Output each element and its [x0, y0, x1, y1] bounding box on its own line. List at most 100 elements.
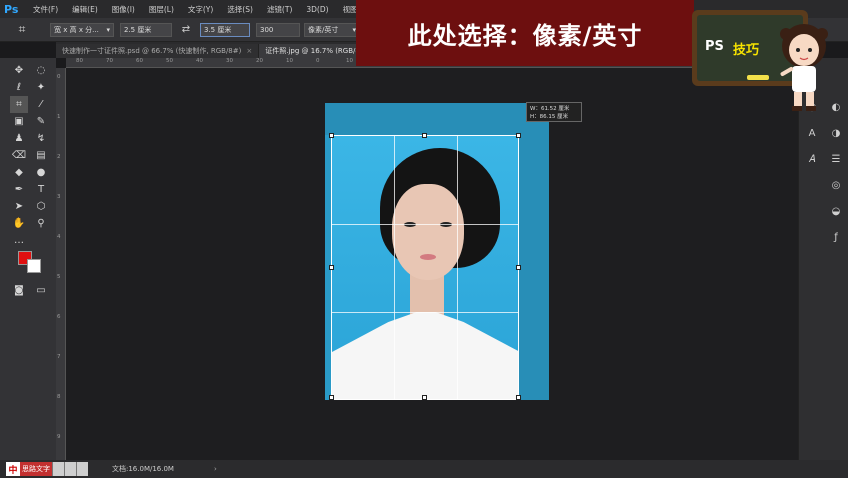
- menu-image[interactable]: 图像(I): [105, 4, 142, 15]
- ruler-tick-label: 3: [57, 194, 61, 200]
- eyedropper-tool-icon[interactable]: ⁄: [32, 96, 50, 113]
- crop-grid-line: [394, 136, 395, 399]
- crop-grid-line: [332, 312, 518, 313]
- hand-tool-icon[interactable]: ✋: [10, 215, 28, 232]
- crop-handle-bottom-left[interactable]: [329, 395, 334, 400]
- ruler-tick-label: 10: [286, 58, 293, 64]
- ruler-tick-label: 40: [196, 58, 203, 64]
- quick-mask-icon[interactable]: ◙: [10, 282, 28, 299]
- crop-ratio-value: 宽 x 高 x 分...: [54, 25, 99, 34]
- adjustments-panel-icon[interactable]: ◑: [827, 124, 845, 142]
- document-size-status: 文档:16.0M/16.0M: [112, 465, 174, 473]
- ruler-tick-label: 30: [226, 58, 233, 64]
- tutorial-banner: 此处选择：像素/英寸: [356, 0, 694, 66]
- menu-select[interactable]: 选择(S): [220, 4, 260, 15]
- pen-tool-icon[interactable]: ✒: [10, 181, 28, 198]
- crop-handle-top[interactable]: [422, 133, 427, 138]
- crop-height-readout: H：86.15 厘米: [530, 114, 569, 120]
- tab-label: 快速制作一寸证件照.psd @ 66.7% (快速制作, RGB/8#): [62, 47, 242, 55]
- chalk-stick: [747, 75, 769, 80]
- document-canvas[interactable]: W：61.52 厘米 H：86.15 厘米: [66, 68, 798, 460]
- ruler-tick-label: 9: [57, 434, 61, 440]
- menu-edit[interactable]: 编辑(E): [65, 4, 105, 15]
- paragraph-panel-icon[interactable]: 𝐴: [803, 150, 821, 168]
- watermark-badge: 中 思路文字: [6, 462, 110, 476]
- dodge-tool-icon[interactable]: ●: [32, 164, 50, 181]
- styles-panel-icon[interactable]: ◒: [827, 202, 845, 220]
- move-tool-icon[interactable]: ✥: [10, 62, 28, 79]
- resolution-unit-value: 像素/英寸: [308, 25, 339, 34]
- character-panel-icon[interactable]: A: [803, 124, 821, 142]
- marquee-tool-icon[interactable]: ◌: [32, 62, 50, 79]
- swap-icon[interactable]: ⇄: [178, 24, 194, 35]
- menu-layer[interactable]: 图层(L): [142, 4, 181, 15]
- tab-document-1[interactable]: 快速制作一寸证件照.psd @ 66.7% (快速制作, RGB/8#) ×: [56, 44, 260, 58]
- close-icon[interactable]: ×: [246, 47, 252, 55]
- photo-document[interactable]: [325, 103, 549, 400]
- channels-panel-icon[interactable]: ◎: [827, 176, 845, 194]
- zoom-tool-icon[interactable]: ⚲: [32, 215, 50, 232]
- crop-icon[interactable]: ⌗: [12, 20, 32, 40]
- resolution-input[interactable]: 300: [256, 22, 300, 37]
- brush-tool-icon[interactable]: ✎: [32, 113, 50, 130]
- width-input[interactable]: 2.5 厘米: [120, 22, 172, 37]
- ruler-tick-label: 7: [57, 354, 61, 360]
- tools-panel: ✥ ℓ ⌗ ▣ ♟ ⌫ ◆ ✒ ➤ ✋ … ◌ ✦ ⁄ ✎ ↯ ▤ ● T ⬡ …: [0, 58, 56, 460]
- chevron-down-icon: ▾: [106, 25, 110, 34]
- ruler-tick-label: 0: [57, 74, 61, 80]
- watermark-logo-icon: 中: [6, 462, 20, 476]
- stamp-tool-icon[interactable]: ♟: [10, 130, 28, 147]
- layers-panel-icon[interactable]: ☰: [827, 150, 845, 168]
- crop-handle-bottom-right[interactable]: [516, 395, 521, 400]
- crop-ratio-select[interactable]: 宽 x 高 x 分... ▾: [50, 22, 114, 37]
- banner-caption: 此处选择：像素/英寸: [407, 21, 643, 50]
- crop-grid-line: [457, 136, 458, 399]
- crop-handle-bottom[interactable]: [422, 395, 427, 400]
- ruler-tick-label: 50: [166, 58, 173, 64]
- more-tools-icon[interactable]: …: [10, 232, 28, 249]
- cartoon-girl-mascot: [780, 24, 828, 111]
- photoshop-logo: Ps: [4, 2, 19, 16]
- portrait-face: [392, 184, 464, 280]
- background-color-swatch[interactable]: [27, 259, 41, 273]
- watermark-block: [52, 462, 64, 476]
- crop-shield-right: [519, 135, 549, 400]
- crop-grid-line: [332, 224, 518, 225]
- watermark-block: [76, 462, 88, 476]
- ruler-tick-label: 6: [57, 314, 61, 320]
- crop-size-tooltip: W：61.52 厘米 H：86.15 厘米: [526, 102, 582, 122]
- crop-box[interactable]: [331, 135, 519, 400]
- menu-3d[interactable]: 3D(D): [299, 5, 335, 14]
- board-ps-text: PS: [705, 39, 724, 54]
- ruler-tick-label: 80: [76, 58, 83, 64]
- lasso-tool-icon[interactable]: ℓ: [10, 79, 28, 96]
- crop-handle-top-right[interactable]: [516, 133, 521, 138]
- chevron-right-icon[interactable]: ›: [214, 465, 217, 473]
- type-tool-icon[interactable]: T: [32, 181, 50, 198]
- fx-panel-icon[interactable]: ƒ: [827, 228, 845, 246]
- magic-wand-tool-icon[interactable]: ✦: [32, 79, 50, 96]
- ruler-tick-label: 5: [57, 274, 61, 280]
- ruler-tick-label: 70: [106, 58, 113, 64]
- screen-mode-icon[interactable]: ▭: [32, 282, 50, 299]
- path-select-tool-icon[interactable]: ➤: [10, 198, 28, 215]
- shape-tool-icon[interactable]: ⬡: [32, 198, 50, 215]
- crop-handle-right[interactable]: [516, 265, 521, 270]
- history-brush-tool-icon[interactable]: ↯: [32, 130, 50, 147]
- right-panel-dock: ◷ A 𝐴 ◐ ◑ ☰ ◎ ◒ ƒ: [798, 58, 848, 460]
- gradient-tool-icon[interactable]: ▤: [32, 147, 50, 164]
- frame-tool-icon[interactable]: ▣: [10, 113, 28, 130]
- portrait-lips: [420, 254, 436, 260]
- menu-file[interactable]: 文件(F): [26, 4, 65, 15]
- eraser-tool-icon[interactable]: ⌫: [10, 147, 28, 164]
- menu-filter[interactable]: 滤镜(T): [260, 4, 299, 15]
- menu-type[interactable]: 文字(Y): [181, 4, 220, 15]
- height-input[interactable]: 3.5 厘米: [200, 22, 250, 37]
- crop-handle-left[interactable]: [329, 265, 334, 270]
- resolution-unit-select[interactable]: 像素/英寸 ▾: [304, 22, 360, 37]
- ruler-tick-label: 8: [57, 394, 61, 400]
- blur-tool-icon[interactable]: ◆: [10, 164, 28, 181]
- crop-tool-icon[interactable]: ⌗: [10, 96, 28, 113]
- crop-handle-top-left[interactable]: [329, 133, 334, 138]
- crop-shield-top: [325, 103, 549, 135]
